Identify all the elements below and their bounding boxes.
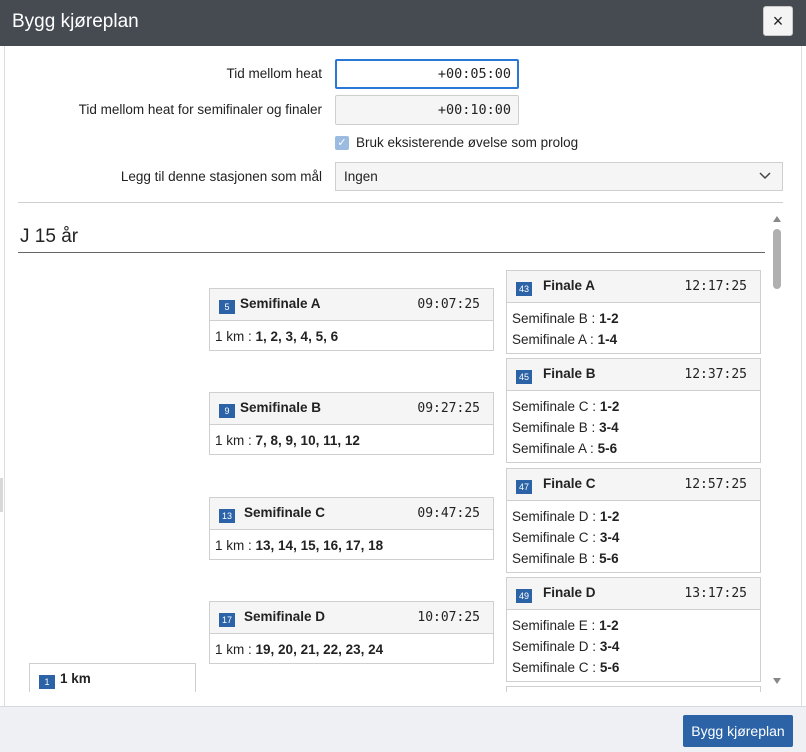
heat-name: Finale C: [543, 476, 596, 491]
dialog-footer: Bygg kjøreplan: [0, 706, 806, 752]
scroll-up-icon[interactable]: [773, 216, 781, 222]
semifinal-card[interactable]: 9 Semifinale B 09:27:25 1 km : 7, 8, 9, …: [209, 392, 494, 455]
heat-interval-label: Tid mellom heat: [226, 66, 322, 81]
heat-name: Finale A: [543, 278, 596, 293]
station-label: Legg til denne stasjonen som mål: [120, 169, 322, 184]
heat-number-badge: 17: [219, 613, 235, 627]
station-select[interactable]: Ingen: [335, 162, 783, 191]
background-edge: [0, 478, 3, 512]
heat-time: 12:17:25: [684, 279, 747, 294]
schedule-scroll-area[interactable]: J 15 år 1 1 km 5 Semifinale A 09:07:25 1…: [18, 212, 784, 692]
heat-time: 09:27:25: [417, 401, 480, 416]
dialog-titlebar: Bygg kjøreplan ×: [0, 0, 806, 46]
close-button[interactable]: ×: [763, 6, 793, 36]
final-card[interactable]: 43 Finale A 12:17:25 Semifinale B : 1-2 …: [506, 270, 761, 354]
heat-name: Finale D: [543, 585, 596, 600]
prolog-number-badge: 1: [39, 675, 55, 689]
heat-places: 7, 8, 9, 10, 11, 12: [255, 433, 360, 448]
final-source-row: Semifinale B : 5-6: [512, 551, 619, 566]
final-source-row: Semifinale A : 1-4: [512, 332, 618, 347]
heat-number-badge: 13: [219, 509, 235, 523]
prolog-name: 1 km: [60, 671, 91, 686]
heat-name: Semifinale D: [244, 609, 326, 624]
final-source-row: Semifinale C : 3-4: [512, 530, 620, 545]
heat-distance: 1 km :: [215, 433, 252, 448]
semifinal-interval-label: Tid mellom heat for semifinaler og final…: [78, 102, 322, 117]
final-source-row: Semifinale A : 5-6: [512, 441, 618, 456]
heat-places: 13, 14, 15, 16, 17, 18: [255, 538, 384, 553]
heat-name: Semifinale B: [240, 400, 322, 415]
final-source-row: Semifinale D : 1-2: [512, 509, 620, 524]
heat-interval-input[interactable]: +00:05:00: [335, 59, 519, 89]
class-title: J 15 år: [20, 226, 79, 247]
heat-distance: 1 km :: [215, 329, 252, 344]
semifinal-interval-input[interactable]: +00:10:00: [335, 95, 519, 125]
close-icon: ×: [772, 11, 784, 31]
scroll-down-icon[interactable]: [773, 678, 781, 684]
build-schedule-button[interactable]: Bygg kjøreplan: [683, 715, 793, 747]
heat-name: Finale B: [543, 366, 596, 381]
use-existing-label[interactable]: Bruk eksisterende øvelse som prolog: [356, 135, 578, 150]
prolog-card[interactable]: 1 1 km: [29, 663, 196, 692]
heat-number-badge: 47: [516, 480, 532, 494]
vertical-scrollbar[interactable]: [771, 212, 784, 690]
chevron-down-icon: [759, 172, 771, 180]
dialog-title: Bygg kjøreplan: [12, 11, 139, 32]
final-source-row: Semifinale D : 3-4: [512, 639, 620, 654]
final-card[interactable]: 49 Finale D 13:17:25 Semifinale E : 1-2 …: [506, 577, 761, 682]
final-source-row: Semifinale E : 1-2: [512, 618, 619, 633]
station-select-value: Ingen: [344, 169, 378, 184]
heat-distance: 1 km :: [215, 642, 252, 657]
heat-places: 19, 20, 21, 22, 23, 24: [255, 642, 384, 657]
heat-number-badge: 49: [516, 589, 532, 603]
heat-number-badge: 9: [219, 404, 235, 418]
final-source-row: Semifinale B : 3-4: [512, 420, 619, 435]
heat-places: 1, 2, 3, 4, 5, 6: [255, 329, 339, 344]
heat-number-badge: 5: [219, 300, 235, 314]
heat-time: 12:37:25: [684, 367, 747, 382]
final-source-row: Semifinale C : 1-2: [512, 399, 620, 414]
heat-time: 12:57:25: [684, 477, 747, 492]
heat-number-badge: 43: [516, 282, 532, 296]
heat-name: Semifinale C: [244, 505, 326, 520]
scrollbar-thumb[interactable]: [773, 229, 781, 289]
final-card-partial[interactable]: [506, 686, 761, 692]
heat-distance: 1 km :: [215, 538, 252, 553]
heat-time: 13:17:25: [684, 586, 747, 601]
use-existing-checkbox[interactable]: ✓: [335, 136, 349, 150]
semifinal-card[interactable]: 5 Semifinale A 09:07:25 1 km : 1, 2, 3, …: [209, 288, 494, 351]
final-source-row: Semifinale B : 1-2: [512, 311, 619, 326]
heat-time: 09:47:25: [417, 506, 480, 521]
semifinal-card[interactable]: 13 Semifinale C 09:47:25 1 km : 13, 14, …: [209, 497, 494, 560]
heat-time: 10:07:25: [417, 610, 480, 625]
final-card[interactable]: 47 Finale C 12:57:25 Semifinale D : 1-2 …: [506, 468, 761, 573]
form-divider: [18, 202, 783, 203]
heat-number-badge: 45: [516, 370, 532, 384]
final-card[interactable]: 45 Finale B 12:37:25 Semifinale C : 1-2 …: [506, 358, 761, 463]
heat-time: 09:07:25: [417, 297, 480, 312]
final-source-row: Semifinale C : 5-6: [512, 660, 620, 675]
heat-name: Semifinale A: [240, 296, 321, 311]
semifinal-card[interactable]: 17 Semifinale D 10:07:25 1 km : 19, 20, …: [209, 601, 494, 664]
class-title-underline: [18, 252, 765, 253]
